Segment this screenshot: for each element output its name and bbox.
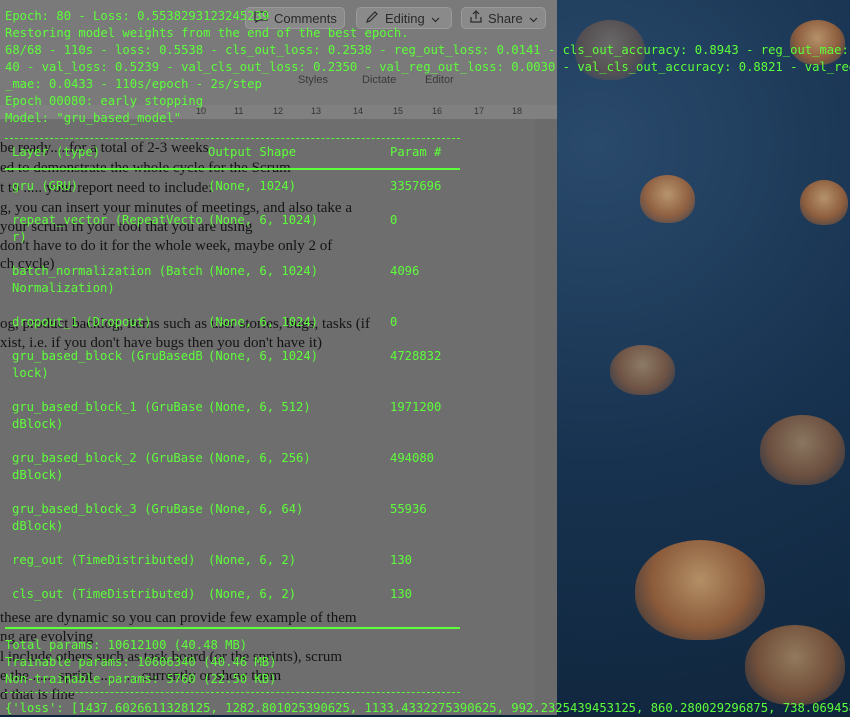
ruler-tick: 13 bbox=[311, 106, 322, 116]
jellyfish-image bbox=[575, 20, 645, 80]
ribbon-toolbar: Comments Editing Share Styles Dictate Ed… bbox=[0, 0, 557, 105]
document-text-line[interactable]: e the ...... sprint ..... ..... currentl… bbox=[0, 668, 281, 685]
jellyfish-image bbox=[640, 175, 695, 223]
document-text-line[interactable]: ch cycle) bbox=[0, 256, 55, 273]
document-text-line[interactable]: don't have to do it for the whole week, … bbox=[0, 238, 332, 255]
jellyfish-image bbox=[800, 180, 848, 225]
document-text-line[interactable]: og, product backlog, items such as user … bbox=[0, 316, 370, 333]
comments-button-label: Comments bbox=[274, 10, 337, 26]
ruler[interactable]: 10 11 12 13 14 15 16 17 18 bbox=[0, 105, 557, 119]
ruler-tick: 15 bbox=[393, 106, 404, 116]
document-text-line[interactable]: t to ..... your report need to include: bbox=[0, 180, 212, 197]
ruler-tick: 18 bbox=[512, 106, 523, 116]
document-text-line[interactable]: be ready.....for a total of 2-3 weeks bbox=[0, 140, 209, 157]
document-text-line[interactable]: ed to demonstrate the whole cycle for th… bbox=[0, 160, 291, 177]
jellyfish-image bbox=[760, 415, 845, 485]
chevron-down-icon bbox=[431, 11, 440, 26]
share-icon bbox=[470, 10, 482, 26]
ruler-tick: 14 bbox=[353, 106, 364, 116]
jellyfish-image bbox=[610, 345, 675, 395]
comments-button[interactable]: Comments bbox=[245, 7, 345, 29]
document-text-line[interactable]: d that is fine bbox=[0, 687, 75, 704]
editor-ribbon-button[interactable]: Editor bbox=[425, 74, 454, 86]
jellyfish-image bbox=[635, 540, 765, 640]
jellyfish-image bbox=[790, 20, 845, 65]
editing-mode-button[interactable]: Editing bbox=[356, 7, 452, 29]
ruler-tick: 11 bbox=[234, 106, 244, 116]
document-text-line[interactable]: ng are evolving bbox=[0, 629, 93, 646]
document-text-line[interactable]: xist, i.e. if you don't have bugs then y… bbox=[0, 335, 322, 352]
ruler-tick: 12 bbox=[273, 106, 284, 116]
editing-mode-label: Editing bbox=[385, 10, 425, 26]
pencil-icon bbox=[365, 10, 379, 27]
ruler-tick: 10 bbox=[196, 106, 207, 116]
chevron-down-icon bbox=[529, 11, 538, 26]
comment-icon bbox=[254, 10, 268, 26]
document-text-line[interactable]: these are dynamic so you can provide few… bbox=[0, 610, 357, 627]
dictate-ribbon-button[interactable]: Dictate bbox=[362, 74, 396, 86]
share-button-label: Share bbox=[488, 10, 523, 26]
jellyfish-image bbox=[745, 625, 845, 705]
ruler-tick: 17 bbox=[474, 106, 485, 116]
share-button[interactable]: Share bbox=[461, 7, 546, 29]
document-text-line[interactable]: l include others such as task board (or … bbox=[0, 649, 342, 666]
document-window: Comments Editing Share Styles Dictate Ed… bbox=[0, 0, 557, 715]
document-text-line[interactable]: your scrum in your tool that you are usi… bbox=[0, 219, 252, 236]
styles-ribbon-button[interactable]: Styles bbox=[298, 74, 328, 86]
document-text-line[interactable]: g, you can insert your minutes of meetin… bbox=[0, 200, 352, 217]
ruler-tick: 16 bbox=[432, 106, 443, 116]
